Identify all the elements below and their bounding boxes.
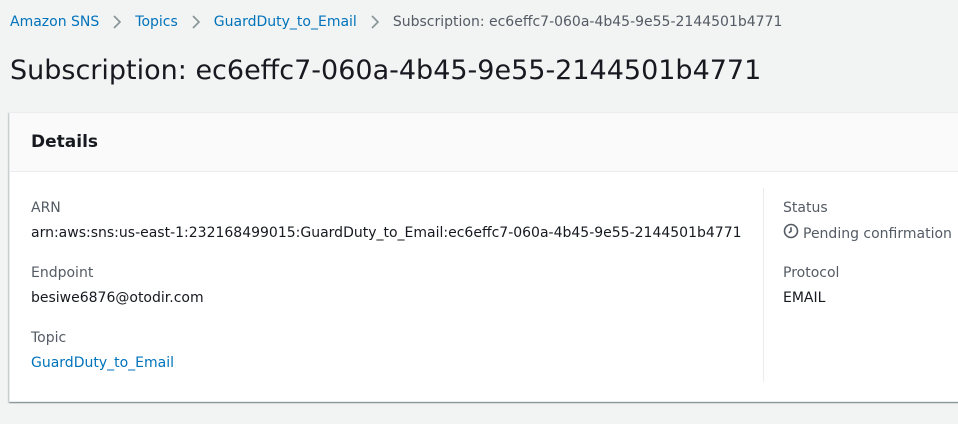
column-divider [763, 188, 764, 382]
protocol-field: Protocol EMAIL [783, 263, 839, 308]
breadcrumb: Amazon SNS Topics GuardDuty_to_Email Sub… [10, 12, 782, 32]
status-text: Pending confirmation [803, 226, 952, 242]
endpoint-value: besiwe6876@otodir.com [31, 290, 204, 306]
details-panel: Details ARN arn:aws:sns:us-east-1:232168… [9, 112, 958, 402]
details-heading: Details [31, 132, 99, 152]
chevron-right-icon [99, 12, 135, 32]
chevron-right-icon [178, 12, 214, 32]
details-panel-header: Details [10, 113, 958, 172]
page-title: Subscription: ec6effc7-060a-4b45-9e55-21… [10, 55, 762, 86]
breadcrumb-amazon-sns-link[interactable]: Amazon SNS [10, 14, 99, 30]
clock-icon [783, 223, 803, 245]
topic-label: Topic [31, 330, 67, 346]
details-panel-body: ARN arn:aws:sns:us-east-1:232168499015:G… [10, 172, 958, 402]
breadcrumb-topic-link[interactable]: GuardDuty_to_Email [214, 14, 357, 30]
breadcrumb-current: Subscription: ec6effc7-060a-4b45-9e55-21… [392, 14, 783, 30]
endpoint-field: Endpoint besiwe6876@otodir.com [31, 263, 204, 308]
status-label: Status [783, 200, 828, 216]
status-field: Status Pending confirmation [783, 198, 952, 245]
chevron-right-icon [357, 12, 393, 32]
breadcrumb-topics-link[interactable]: Topics [135, 14, 178, 30]
endpoint-label: Endpoint [31, 265, 94, 281]
protocol-value: EMAIL [783, 290, 826, 306]
protocol-label: Protocol [783, 265, 840, 281]
status-value: Pending confirmation [783, 223, 952, 245]
topic-link[interactable]: GuardDuty_to_Email [31, 353, 174, 373]
arn-field: ARN arn:aws:sns:us-east-1:232168499015:G… [31, 198, 742, 243]
arn-label: ARN [31, 200, 61, 216]
arn-value: arn:aws:sns:us-east-1:232168499015:Guard… [31, 225, 742, 241]
topic-field: Topic GuardDuty_to_Email [31, 328, 174, 373]
